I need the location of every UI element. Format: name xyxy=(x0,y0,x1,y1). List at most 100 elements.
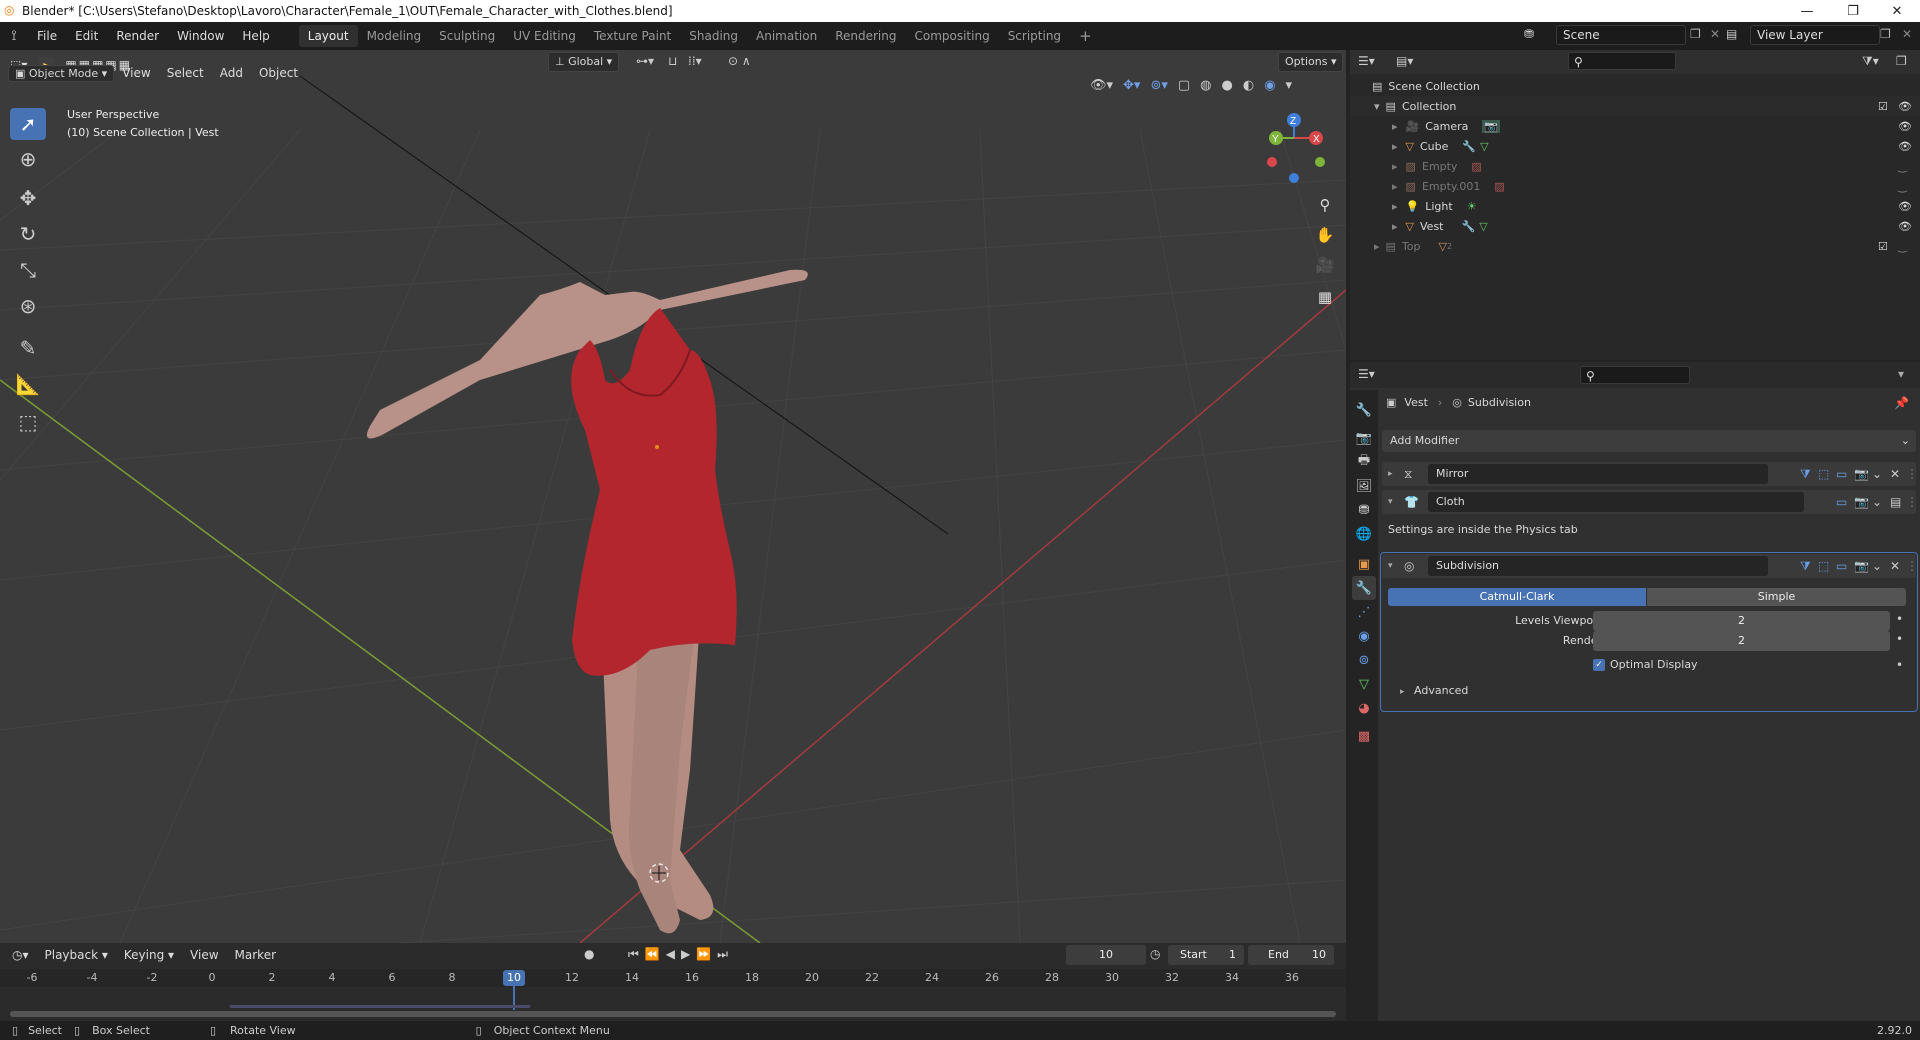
modifier-panel-subdivision[interactable]: ▾ ◎ Subdivision ⧩ ⬚ ▭ 📷 ⌄ ✕ ⋮⋮ xyxy=(1382,554,1920,578)
menu-file[interactable]: File xyxy=(28,29,66,43)
new-scene-icon[interactable]: ❐ xyxy=(1690,27,1701,41)
xray-icon[interactable]: ▢ xyxy=(1178,78,1190,93)
pan-hand-icon[interactable]: ✋ xyxy=(1312,222,1338,248)
pivot-point-icon[interactable]: ⊶▾ xyxy=(636,54,654,68)
levels-viewport-keyframe-icon[interactable]: • xyxy=(1896,612,1903,626)
expand-subdivision-icon[interactable]: ▾ xyxy=(1388,561,1393,571)
subdivision-on-cage-icon[interactable]: ⧩ xyxy=(1800,559,1811,574)
filter-icon[interactable]: ⧩▾ xyxy=(1862,54,1879,69)
record-icon[interactable]: ● xyxy=(584,947,594,961)
light-eye-icon[interactable]: 👁 xyxy=(1898,200,1912,213)
cloth-name-field[interactable]: Cloth xyxy=(1428,492,1804,512)
workspace-tab-modeling[interactable]: Modeling xyxy=(358,25,431,47)
outliner-row-collection[interactable]: ▾ ▤ Collection ☑ 👁 xyxy=(1350,96,1920,116)
viewport-menu-select[interactable]: Select xyxy=(159,66,212,80)
vest-eye-icon[interactable]: 👁 xyxy=(1898,220,1912,233)
properties-editor-type-icon[interactable]: ☰▾ xyxy=(1358,367,1375,381)
cloth-viewport-icon[interactable]: ▭ xyxy=(1836,495,1847,509)
properties-editor[interactable]: ☰▾ ⚲ ▾ 🔧 📷 🖶 🖼 ⛃ 🌐 ▣ 🔧 ⋰ ◉ ⊚ ▽ ◕ ▩ ▣ Ves… xyxy=(1350,362,1920,1021)
modifier-panel-cloth[interactable]: ▾ 👕 Cloth ▭ 📷 ⌄ ▤ ⋮⋮ xyxy=(1382,490,1920,514)
mirror-cage-icon[interactable]: ⬚ xyxy=(1818,467,1829,481)
overlay-toggle-icon[interactable]: ⊚▾ xyxy=(1150,78,1167,93)
workspace-tab-layout[interactable]: Layout xyxy=(298,25,358,47)
solid-shading-icon[interactable]: ● xyxy=(1222,78,1233,93)
camera-eye-icon[interactable]: 👁 xyxy=(1898,120,1912,133)
workspace-tab-uv-editing[interactable]: UV Editing xyxy=(504,25,585,47)
outliner-row-empty[interactable]: ▸ ▨ Empty ▨ ‿ xyxy=(1350,156,1920,176)
mirror-edit-mode-icon[interactable]: ⧩ xyxy=(1800,467,1811,482)
rendered-shading-icon[interactable]: ◉ xyxy=(1264,78,1275,93)
physics-tab-icon[interactable]: ◉ xyxy=(1352,624,1376,648)
scene-tab-icon[interactable]: ⛃ xyxy=(1352,498,1376,522)
subdivision-viewport-icon[interactable]: ▭ xyxy=(1836,559,1847,573)
character-model[interactable] xyxy=(366,269,808,934)
menu-window[interactable]: Window xyxy=(168,29,233,43)
mirror-drag-handle-icon[interactable]: ⋮⋮ xyxy=(1906,467,1920,481)
simple-option[interactable]: Simple xyxy=(1647,588,1906,606)
annotate-tool[interactable]: ✎ xyxy=(10,332,46,364)
timeline-menu-marker[interactable]: Marker xyxy=(227,948,284,962)
top-hidden-eye-icon[interactable]: ‿ xyxy=(1898,240,1907,253)
workspace-tab-animation[interactable]: Animation xyxy=(747,25,826,47)
options-dropdown[interactable]: Options ▾ xyxy=(1278,52,1344,72)
properties-search-input[interactable]: ⚲ xyxy=(1580,366,1690,384)
optimal-display-row[interactable]: ✓ Optimal Display xyxy=(1593,658,1698,671)
new-view-layer-icon[interactable]: ❐ xyxy=(1880,27,1891,41)
outliner-row-scene-collection[interactable]: ▤ Scene Collection xyxy=(1350,76,1920,96)
expand-empty-icon[interactable]: ▸ xyxy=(1392,160,1398,173)
mirror-remove-icon[interactable]: ✕ xyxy=(1890,467,1900,481)
mode-dropdown[interactable]: ▣ Object Mode ▾ xyxy=(8,64,115,82)
camera-view-icon[interactable]: 🎥 xyxy=(1312,252,1338,278)
tool-tab-icon[interactable]: 🔧 xyxy=(1352,398,1376,422)
modifier-panel-mirror[interactable]: ▸ ⧖ Mirror ⧩ ⬚ ▭ 📷 ⌄ ✕ ⋮⋮ xyxy=(1382,462,1920,486)
optimal-display-keyframe-icon[interactable]: • xyxy=(1896,658,1903,672)
zoom-icon[interactable]: ⚲ xyxy=(1312,192,1338,218)
subdivision-name-field[interactable]: Subdivision xyxy=(1428,556,1768,576)
outliner-row-top[interactable]: ▸ ▤ Top ▽ 2 ☑ ‿ xyxy=(1350,236,1920,256)
expand-light-icon[interactable]: ▸ xyxy=(1392,200,1398,213)
light-data-icon[interactable]: ☀ xyxy=(1467,200,1477,213)
outliner-row-empty-001[interactable]: ▸ ▨ Empty.001 ▨ ‿ xyxy=(1350,176,1920,196)
catmull-clark-option[interactable]: Catmull-Clark xyxy=(1388,588,1646,606)
output-tab-icon[interactable]: 🖶 xyxy=(1352,450,1376,474)
cloth-menu-icon[interactable]: ⌄ xyxy=(1872,495,1882,509)
menu-edit[interactable]: Edit xyxy=(66,29,107,43)
constraints-tab-icon[interactable]: ⊚ xyxy=(1352,648,1376,672)
cube-modifier-icon[interactable]: 🔧 xyxy=(1462,140,1476,153)
playhead-frame[interactable]: 10 xyxy=(503,970,525,986)
camera-data-icon[interactable]: 📷 xyxy=(1482,119,1501,133)
delete-scene-icon[interactable]: ✕ xyxy=(1710,27,1720,41)
top-checkbox[interactable]: ☑ xyxy=(1878,240,1888,253)
new-collection-icon[interactable]: ❐ xyxy=(1896,54,1907,68)
outliner-search-input[interactable]: ⚲ xyxy=(1568,52,1676,70)
viewport-menu-object[interactable]: Object xyxy=(251,66,306,80)
measure-tool[interactable]: 📐 xyxy=(10,368,46,400)
viewport-menu-add[interactable]: Add xyxy=(212,66,251,80)
snap-target-icon[interactable]: ⁞⁞▾ xyxy=(688,54,702,68)
outliner-editor-type-icon[interactable]: ☰▾ xyxy=(1358,54,1375,68)
end-frame-field[interactable]: End 10 xyxy=(1248,945,1334,965)
view-layer-icon[interactable]: ▤ xyxy=(1726,27,1737,41)
display-mode-icon[interactable]: ▤▾ xyxy=(1396,54,1413,68)
current-frame-field[interactable]: 10 xyxy=(1066,945,1146,965)
cloth-drag-handle-icon[interactable]: ⋮⋮ xyxy=(1906,495,1920,509)
outliner-row-cube[interactable]: ▸ ▽ Cube 🔧 ▽ 👁 xyxy=(1350,136,1920,156)
render-levels-keyframe-icon[interactable]: • xyxy=(1896,632,1903,646)
collection-eye-icon[interactable]: 👁 xyxy=(1898,100,1912,113)
world-tab-icon[interactable]: 🌐 xyxy=(1352,522,1376,546)
add-modifier-dropdown[interactable]: Add Modifier ⌄ xyxy=(1382,430,1916,452)
empty-001-image-data-icon[interactable]: ▨ xyxy=(1494,180,1504,193)
select-box-tool[interactable]: ➚ xyxy=(10,108,46,140)
vest-mesh-data-icon[interactable]: ▽ xyxy=(1479,220,1487,233)
minimize-button[interactable]: — xyxy=(1784,0,1830,22)
texture-tab-icon[interactable]: ▩ xyxy=(1352,724,1376,748)
timeline-menu-keying[interactable]: Keying ▾ xyxy=(116,948,182,962)
render-tab-icon[interactable]: 📷 xyxy=(1352,426,1376,450)
view-layer-tab-icon[interactable]: 🖼 xyxy=(1352,474,1376,498)
menu-help[interactable]: Help xyxy=(233,29,278,43)
expand-advanced-icon[interactable]: ▸ xyxy=(1400,687,1405,697)
timeline-menu-playback[interactable]: Playback ▾ xyxy=(37,948,116,962)
timeline-editor[interactable]: ◷▾ Playback ▾ Keying ▾ View Marker ● ⏮⏪◀… xyxy=(0,943,1346,1021)
pin-icon[interactable]: 📌 xyxy=(1894,396,1909,410)
collection-checkbox[interactable]: ☑ xyxy=(1878,100,1888,113)
